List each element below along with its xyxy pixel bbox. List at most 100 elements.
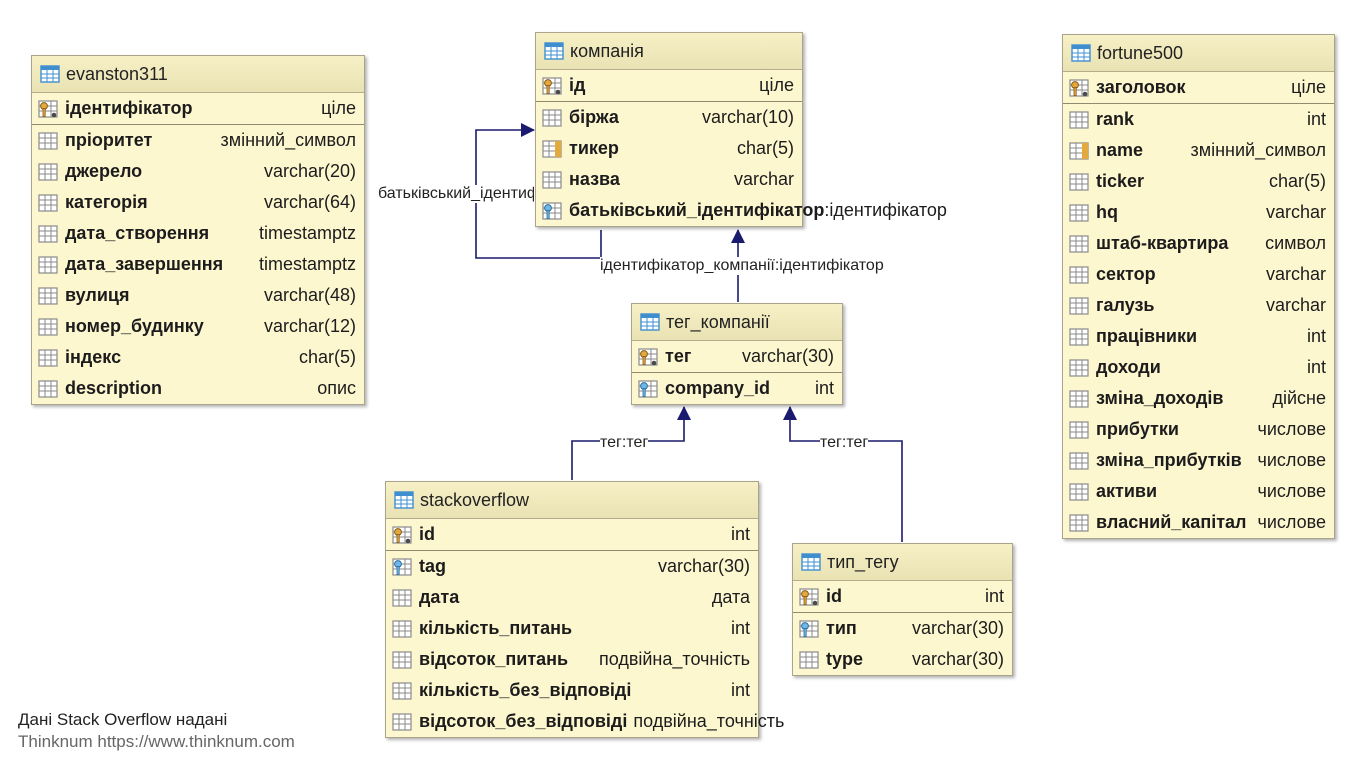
column-icon [1069,234,1089,253]
table-icon [1071,44,1091,62]
column-icon [392,681,412,700]
column-name: tag [419,556,446,576]
column-row[interactable]: активи числове [1063,476,1334,507]
column-icon [38,379,58,398]
column-row[interactable]: hq varchar [1063,197,1334,228]
column-type: varchar [733,169,794,189]
column-row[interactable]: кількість_питань int [386,613,758,644]
column-type: int [814,378,834,398]
table-company[interactable]: компанія ід ціле біржа varchar(10) тикер char(… [535,32,947,227]
column-row[interactable]: прибутки числове [1063,414,1334,445]
column-row[interactable]: категорія varchar(64) [32,187,364,218]
table-evanston311-header[interactable]: evanston311 [32,56,364,93]
column-icon [38,348,58,367]
column-row[interactable]: rank int [1063,104,1334,135]
column-row[interactable]: тег varchar(30) [632,341,842,373]
column-row[interactable]: name змінний_символ [1063,135,1334,166]
column-row[interactable]: сектор varchar [1063,259,1334,290]
column-row[interactable]: назва varchar [536,164,802,195]
column-row[interactable]: description опис [32,373,364,404]
column-name: кількість_без_відповіді [419,680,632,700]
column-row[interactable]: відсоток_питань подвійна_точність [386,644,758,675]
table-tag-company[interactable]: тег_компанії тег varchar(30) company_id int [631,303,843,405]
column-row[interactable]: tag varchar(30) [386,551,758,582]
column-type: числове [1257,512,1326,532]
column-row[interactable]: біржа varchar(10) [536,102,802,133]
edge-label-tag-type-tag: тег:тег [820,434,869,452]
fk-icon [542,201,562,220]
column-row[interactable]: працівники int [1063,321,1334,352]
table-fortune500-header[interactable]: fortune500 [1063,35,1334,72]
column-row[interactable]: індекс char(5) [32,342,364,373]
column-row[interactable]: ід ціле [536,70,802,102]
column-row[interactable]: тип varchar(30) [793,613,1012,644]
column-type: timestamptz [258,254,356,274]
table-stackoverflow[interactable]: stackoverflow id int tag varchar(30) дата дата… [385,481,784,738]
column-name: сектор [1096,264,1156,284]
column-type: int [1306,109,1326,129]
column-row[interactable]: доходи int [1063,352,1334,383]
column-icon [542,108,562,127]
column-name: батьківський_ідентифікатор [569,200,825,220]
column-row[interactable]: type varchar(30) [793,644,1012,675]
pk-icon [542,76,562,95]
column-row[interactable]: відсоток_без_відповіді подвійна_точність [386,706,784,737]
column-row[interactable]: company_id int [632,373,842,404]
column-icon [392,712,412,731]
column-type: varchar(30) [657,556,750,576]
column-row[interactable]: дата_завершення timestamptz [32,249,364,280]
column-name: прибутки [1096,419,1179,439]
column-row[interactable]: дата_створення timestamptz [32,218,364,249]
table-fortune500[interactable]: fortune500 заголовок ціле rank int name змінни… [1062,34,1335,539]
column-row[interactable]: номер_будинку varchar(12) [32,311,364,342]
table-name: fortune500 [1097,42,1184,63]
column-row[interactable]: зміна_доходів дійсне [1063,383,1334,414]
column-icon [38,131,58,150]
column-type: числове [1257,450,1326,470]
column-row[interactable]: ticker char(5) [1063,166,1334,197]
column-row[interactable]: id int [793,581,1012,613]
column-row[interactable]: пріоритет змінний_символ [32,125,364,156]
column-row[interactable]: штаб-квартира символ [1063,228,1334,259]
column-row[interactable]: кількість_без_відповіді int [386,675,758,706]
table-icon [544,42,564,60]
column-name: біржа [569,107,619,127]
column-icon [1069,296,1089,315]
column-type: varchar(64) [263,192,356,212]
column-name: id [419,524,435,544]
column-row[interactable]: вулиця varchar(48) [32,280,364,311]
column-type: int [1306,326,1326,346]
column-type: int [730,680,750,700]
column-row[interactable]: галузь varchar [1063,290,1334,321]
column-type: int [984,586,1004,606]
column-row[interactable]: дата дата [386,582,758,613]
column-row[interactable]: id int [386,519,758,551]
column-icon [1069,327,1089,346]
column-row[interactable]: батьківський_ідентифікатор:ідентифікатор [536,195,947,226]
column-type: varchar(10) [701,107,794,127]
column-icon [38,255,58,274]
column-type: char(5) [736,138,794,158]
table-evanston311[interactable]: evanston311 ідентифікатор ціле пріоритет змі… [31,55,365,405]
column-name: кількість_питань [419,618,573,638]
column-row[interactable]: власний_капітал числове [1063,507,1334,538]
column-type: змінний_символ [220,130,356,150]
column-icon [1069,172,1089,191]
table-stackoverflow-header[interactable]: stackoverflow [386,482,758,519]
column-name: hq [1096,202,1118,222]
column-name: джерело [65,161,143,181]
table-tag-company-header[interactable]: тег_компанії [632,304,842,341]
column-type: int [730,618,750,638]
column-row[interactable]: ідентифікатор ціле [32,93,364,125]
column-row[interactable]: заголовок ціле [1063,72,1334,104]
column-row[interactable]: тикер char(5) [536,133,802,164]
column-name: дата [419,587,460,607]
column-type: опис [317,378,356,398]
column-row[interactable]: джерело varchar(20) [32,156,364,187]
table-tag-type[interactable]: тип_тегу id int тип varchar(30) type varchar(3… [792,543,1013,676]
table-company-header[interactable]: компанія [536,33,802,70]
column-name: type [826,649,864,669]
table-tag-type-header[interactable]: тип_тегу [793,544,1012,581]
credits-line-2: Thinknum https://www.thinknum.com [18,732,295,751]
column-row[interactable]: зміна_прибутків числове [1063,445,1334,476]
